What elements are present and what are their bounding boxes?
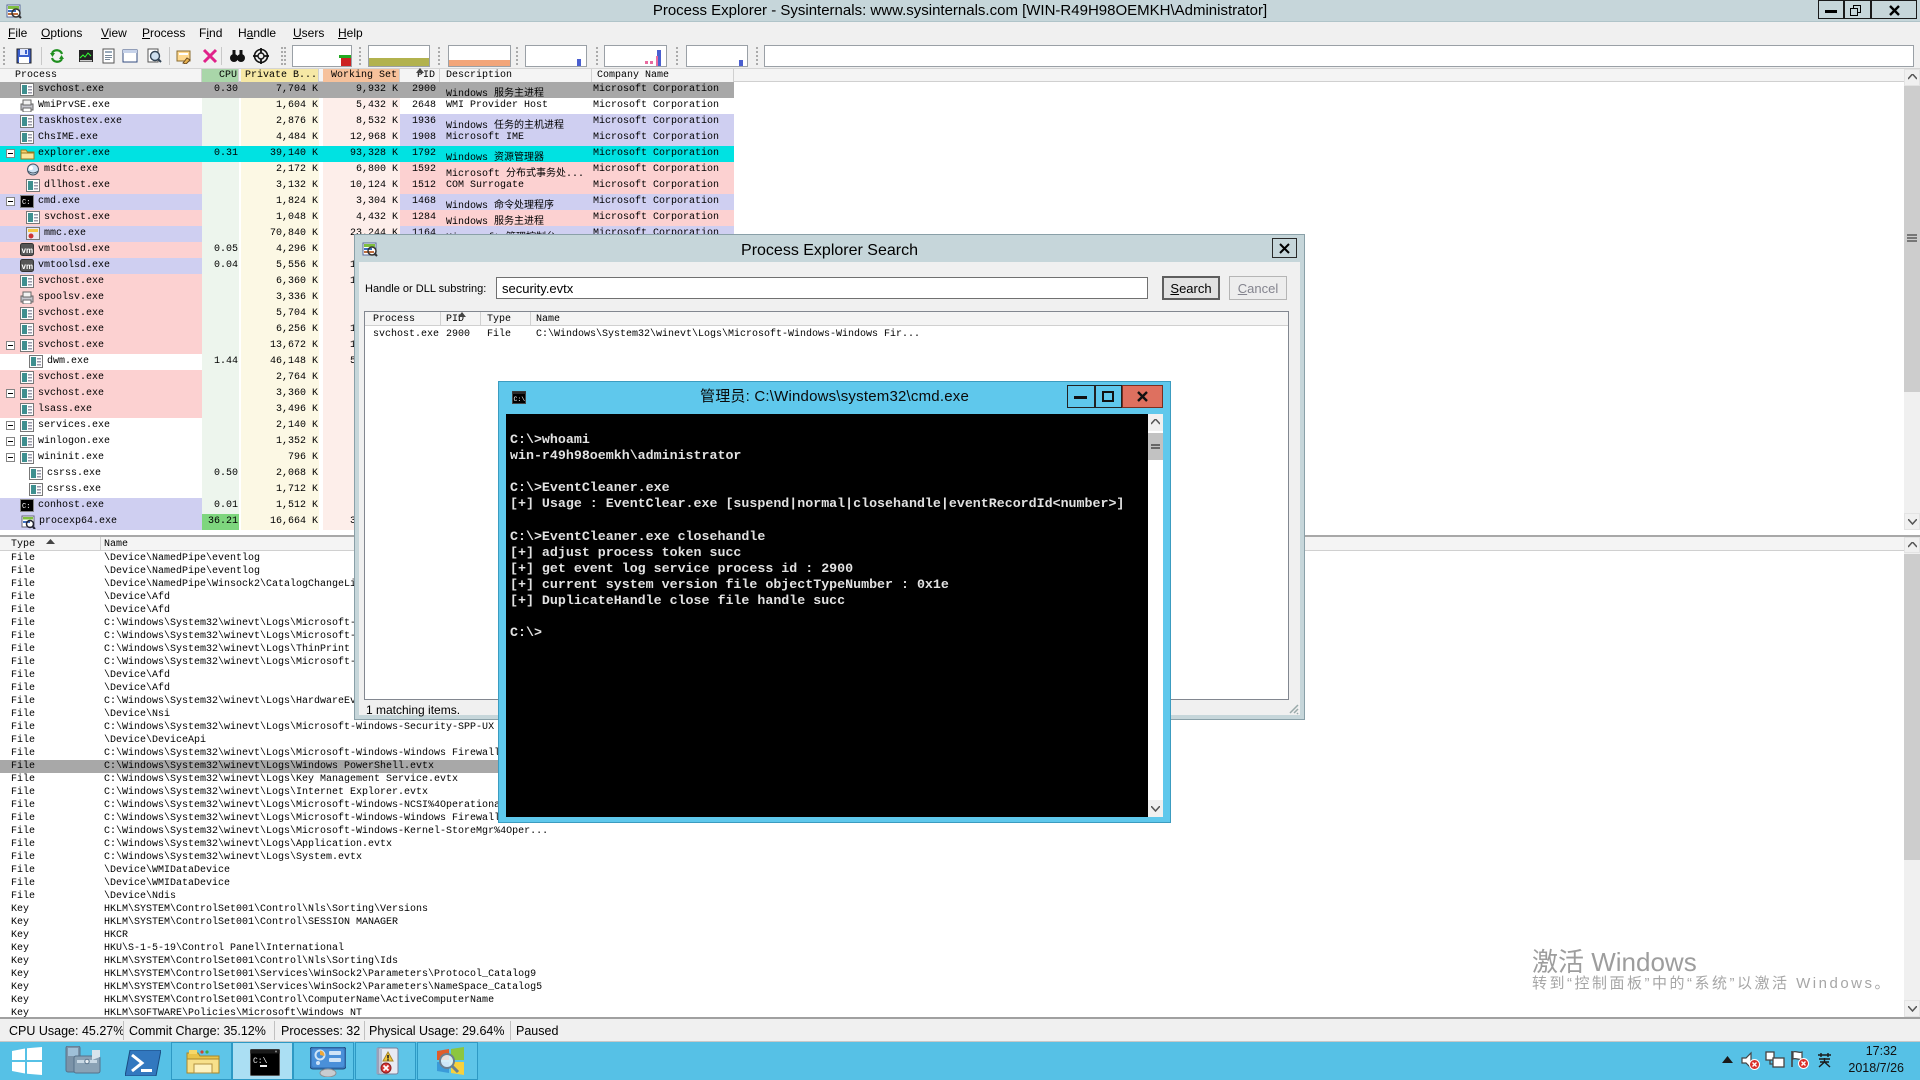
svg-text:vm: vm xyxy=(22,246,34,255)
svg-text:vm: vm xyxy=(22,262,34,271)
svg-text:C:\: C:\ xyxy=(253,1057,268,1066)
svg-text:C:: C: xyxy=(22,503,30,511)
svg-text:C:: C: xyxy=(22,199,30,207)
